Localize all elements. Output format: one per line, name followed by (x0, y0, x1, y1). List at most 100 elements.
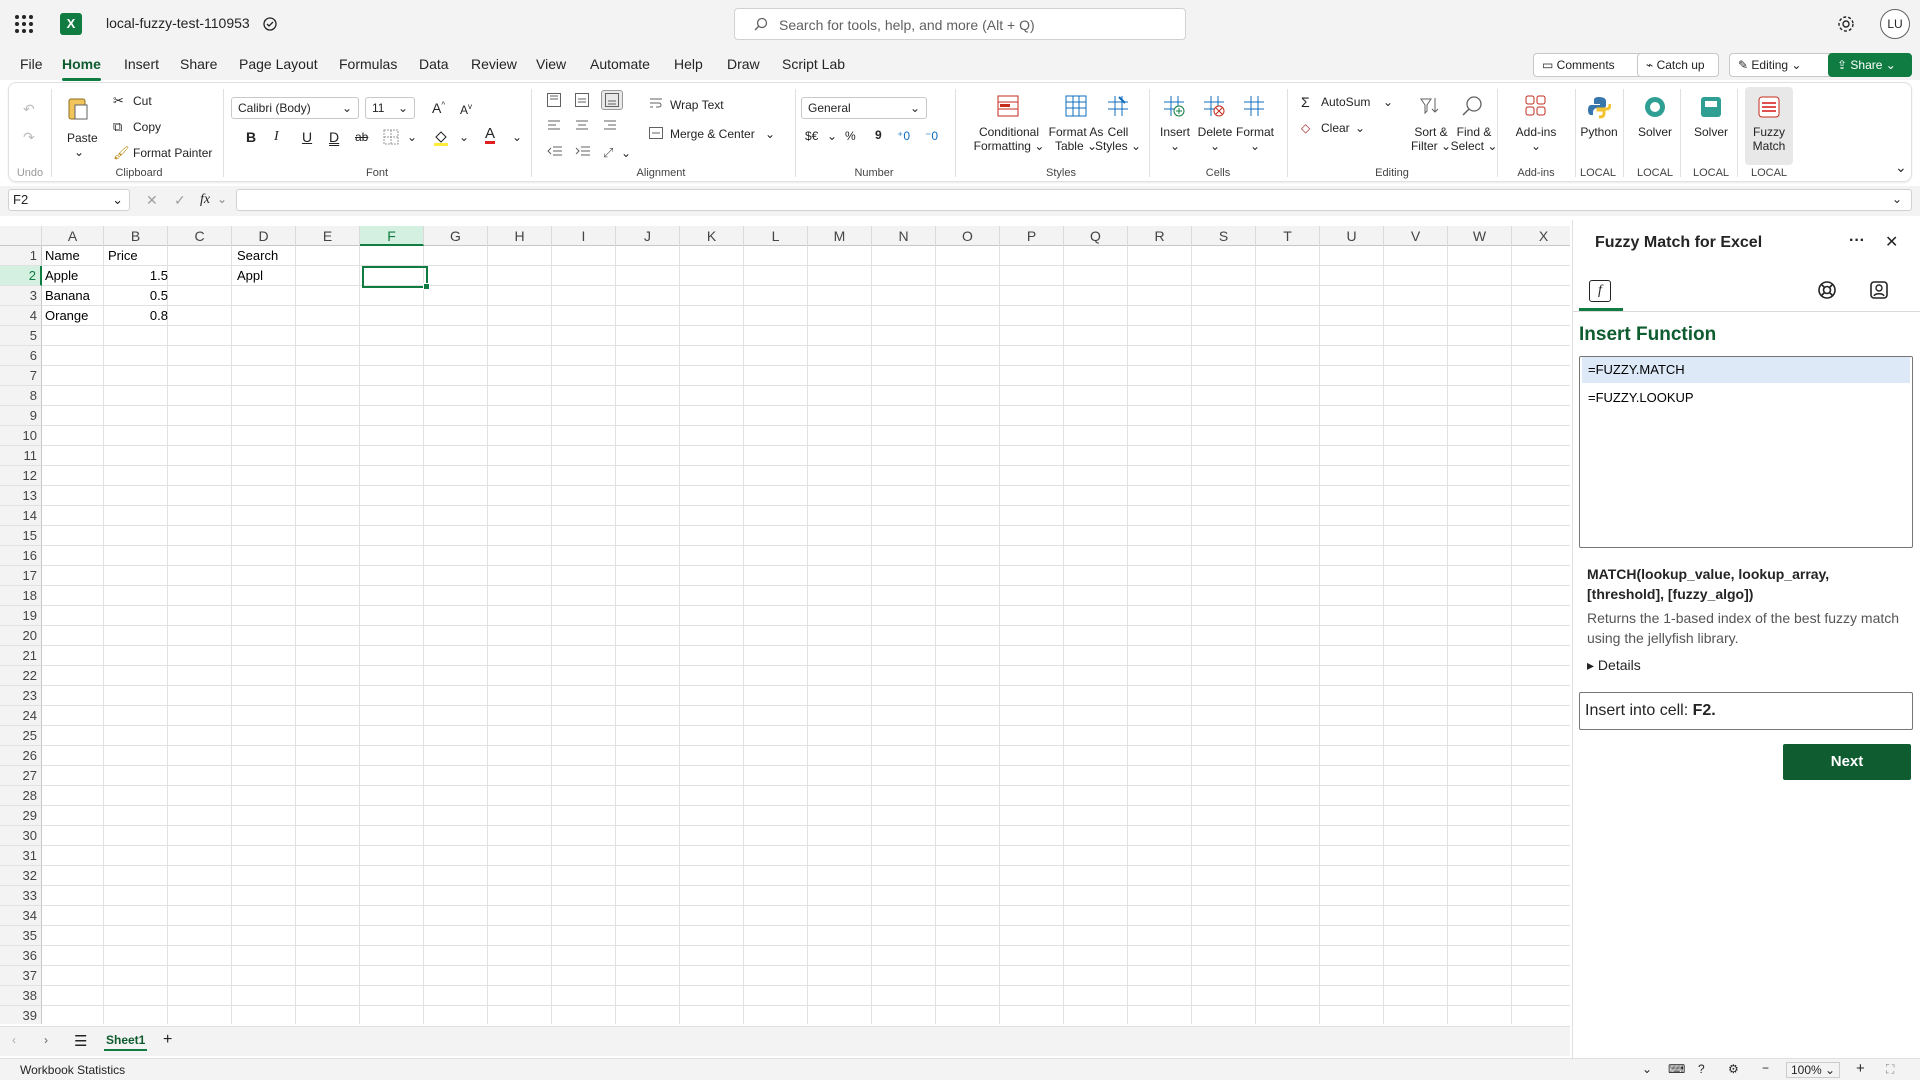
tab-help[interactable]: Help (674, 56, 703, 72)
row-header-13[interactable]: 13 (0, 486, 42, 506)
find-select-label[interactable]: Find & Select ⌄ (1447, 125, 1501, 153)
add-sheet-icon[interactable]: + (163, 1031, 172, 1049)
row-header-35[interactable]: 35 (0, 926, 42, 946)
increase-indent-icon[interactable] (575, 145, 591, 160)
row-header-14[interactable]: 14 (0, 506, 42, 526)
increase-decimal-icon[interactable]: ⁺0 (897, 129, 910, 143)
catch-up-button[interactable]: ⌁ Catch up (1637, 53, 1719, 77)
align-middle-icon[interactable] (575, 93, 589, 110)
row-header-7[interactable]: 7 (0, 366, 42, 386)
row-header-29[interactable]: 29 (0, 806, 42, 826)
percent-button[interactable]: % (845, 129, 856, 143)
search-box[interactable]: Search for tools, help, and more (Alt + … (734, 8, 1186, 40)
tab-page-layout[interactable]: Page Layout (239, 56, 318, 72)
currency-button[interactable]: $€ (805, 129, 818, 143)
cell-b3[interactable]: 0.5 (108, 286, 168, 306)
cut-icon[interactable]: ✂ (113, 93, 124, 109)
bold-button[interactable]: B (246, 129, 256, 145)
solver-2-label[interactable]: Solver (1689, 125, 1733, 139)
select-all-corner[interactable] (0, 226, 42, 246)
strikethrough-button[interactable]: ab (355, 130, 368, 144)
app-launcher-icon[interactable] (14, 14, 34, 34)
increase-font-icon[interactable]: A^ (432, 100, 445, 116)
fill-color-icon[interactable] (433, 129, 449, 150)
chevron-down-icon[interactable]: ⌄ (621, 146, 631, 160)
cell-styles-label[interactable]: Cell Styles ⌄ (1093, 125, 1143, 153)
tab-script-lab[interactable]: Script Lab (782, 56, 845, 72)
row-header-33[interactable]: 33 (0, 886, 42, 906)
solver-icon[interactable] (1643, 95, 1667, 122)
column-header-r[interactable]: R (1128, 226, 1192, 246)
solver-2-icon[interactable] (1699, 95, 1723, 122)
column-header-v[interactable]: V (1384, 226, 1448, 246)
row-header-8[interactable]: 8 (0, 386, 42, 406)
python-label[interactable]: Python (1577, 125, 1621, 139)
wrap-text-icon[interactable] (649, 97, 663, 112)
details-toggle[interactable]: ▸ Details (1587, 657, 1641, 674)
column-header-l[interactable]: L (744, 226, 808, 246)
chevron-down-icon[interactable]: ⌄ (512, 130, 522, 144)
eraser-icon[interactable]: ◇ (1301, 121, 1310, 135)
tab-view[interactable]: View (536, 56, 566, 72)
worksheet-grid[interactable]: ABCDEFGHIJKLMNOPQRSTUVWX 1 2 3 4 5 6 7 8 9 10 11 12… (0, 226, 1570, 1024)
find-select-icon[interactable] (1461, 95, 1483, 120)
autosum-label[interactable]: AutoSum (1321, 95, 1370, 109)
zoom-in-icon[interactable]: + (1856, 1060, 1865, 1077)
python-icon[interactable] (1587, 95, 1612, 122)
row-header-2[interactable]: 2 (0, 266, 42, 286)
undo-icon[interactable]: ↶ (23, 101, 35, 118)
chevron-down-icon[interactable]: ⌄ (407, 130, 417, 144)
add-ins-label[interactable]: Add-ins ⌄ (1513, 125, 1559, 153)
comments-button[interactable]: ▭ Comments (1533, 53, 1643, 77)
column-header-q[interactable]: Q (1064, 226, 1128, 246)
row-header-22[interactable]: 22 (0, 666, 42, 686)
format-cells-label[interactable]: Format ⌄ (1235, 125, 1275, 153)
column-header-b[interactable]: B (104, 226, 168, 246)
row-header-11[interactable]: 11 (0, 446, 42, 466)
row-header-27[interactable]: 27 (0, 766, 42, 786)
scroll-left-icon[interactable]: ‹ (12, 1033, 16, 1047)
align-top-icon[interactable] (547, 93, 561, 110)
italic-button[interactable]: I (274, 129, 279, 145)
merge-center-label[interactable]: Merge & Center (670, 127, 755, 141)
format-as-table-icon[interactable] (1065, 95, 1087, 120)
tab-home[interactable]: Home (62, 56, 101, 81)
row-header-23[interactable]: 23 (0, 686, 42, 706)
align-bottom-icon[interactable] (601, 90, 623, 110)
row-header-24[interactable]: 24 (0, 706, 42, 726)
row-header-9[interactable]: 9 (0, 406, 42, 426)
autosum-icon[interactable]: Σ (1301, 94, 1310, 110)
comma-style-button[interactable]: 9 (875, 128, 882, 142)
chevron-down-icon[interactable]: ⌄ (459, 130, 469, 144)
help-lifebuoy-icon[interactable] (1817, 280, 1837, 303)
tab-review[interactable]: Review (471, 56, 517, 72)
solver-label[interactable]: Solver (1633, 125, 1677, 139)
column-header-c[interactable]: C (168, 226, 232, 246)
row-header-5[interactable]: 5 (0, 326, 42, 346)
conditional-formatting-label[interactable]: Conditional Formatting ⌄ (969, 125, 1049, 153)
decrease-decimal-icon[interactable]: ⁻0 (925, 129, 938, 143)
workbook-statistics[interactable]: Workbook Statistics (20, 1063, 125, 1077)
column-header-f[interactable]: F (360, 226, 424, 246)
tab-draw[interactable]: Draw (727, 56, 760, 72)
copy-label[interactable]: Copy (133, 120, 161, 134)
cell-a2[interactable]: Apple (45, 266, 78, 286)
row-header-25[interactable]: 25 (0, 726, 42, 746)
row-header-21[interactable]: 21 (0, 646, 42, 666)
column-header-w[interactable]: W (1448, 226, 1512, 246)
delete-cells-label[interactable]: Delete ⌄ (1195, 125, 1235, 153)
chevron-down-icon[interactable]: ⌄ (74, 145, 84, 159)
tab-file[interactable]: File (20, 56, 43, 72)
row-header-39[interactable]: 39 (0, 1006, 42, 1024)
chevron-down-icon[interactable]: ⌄ (217, 192, 227, 206)
font-color-button[interactable]: A (485, 126, 496, 144)
column-header-e[interactable]: E (296, 226, 360, 246)
function-listbox[interactable]: =FUZZY.MATCH =FUZZY.LOOKUP (1579, 356, 1913, 548)
borders-icon[interactable] (383, 129, 399, 148)
tab-share[interactable]: Share (180, 56, 217, 72)
underline-button[interactable]: U (302, 129, 312, 145)
next-button[interactable]: Next (1783, 744, 1911, 780)
align-right-icon[interactable] (603, 119, 617, 134)
keyboard-icon[interactable]: ⌨ (1668, 1062, 1685, 1076)
align-center-icon[interactable] (575, 119, 589, 134)
